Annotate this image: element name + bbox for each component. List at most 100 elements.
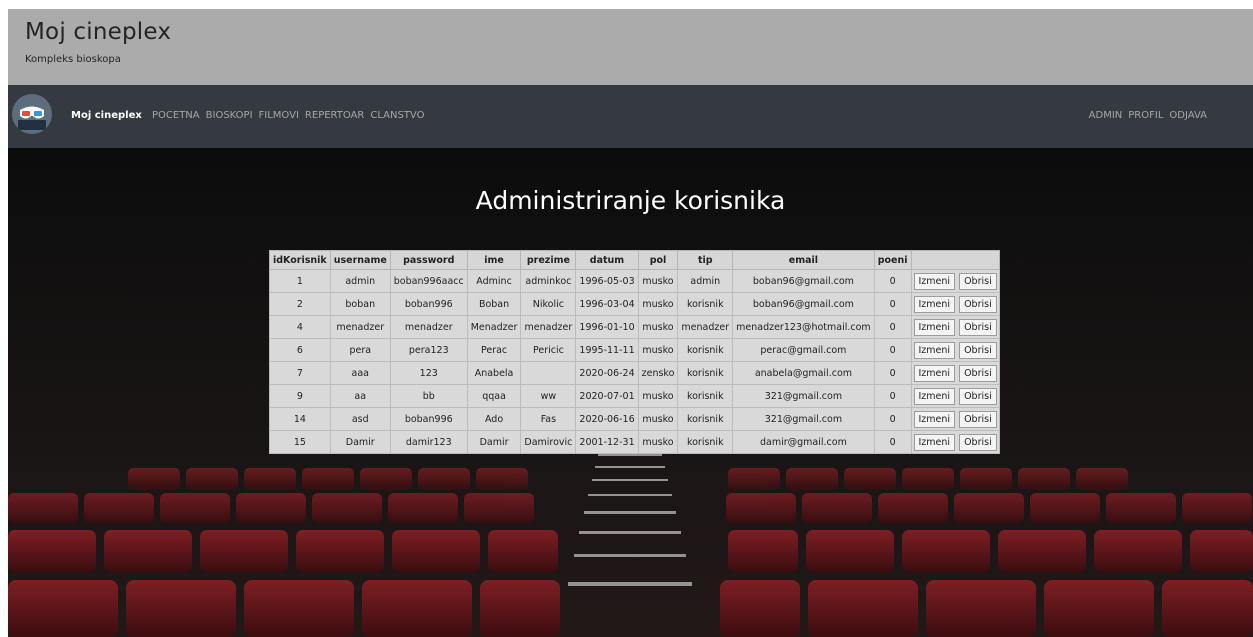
- delete-button[interactable]: Obrisi: [959, 272, 997, 290]
- cell-ime: Ado: [466, 407, 522, 431]
- cell-tip: korisnik: [677, 407, 734, 431]
- cell-password: 123: [389, 361, 468, 385]
- cell-password: boban996: [389, 407, 468, 431]
- edit-button[interactable]: Izmeni: [913, 433, 956, 451]
- cell-ime: Anabela: [466, 361, 522, 385]
- page: Moj cineplex Kompleks bioskopa Moj cinep…: [8, 9, 1253, 637]
- cell-ime: qqaa: [466, 384, 522, 408]
- edit-button[interactable]: Izmeni: [913, 387, 956, 405]
- cell-password: damir123: [389, 430, 468, 454]
- cell-edit: Izmeni: [910, 430, 958, 454]
- edit-button[interactable]: Izmeni: [913, 364, 956, 382]
- cell-tip: menadzer: [677, 315, 734, 339]
- edit-button[interactable]: Izmeni: [913, 410, 956, 428]
- table-row: 7 aaa 123 Anabela 2020-06-24 zensko korisnik an…: [269, 361, 1000, 385]
- cell-delete: Obrisi: [957, 338, 1000, 362]
- cell-email: boban96@gmail.com: [732, 269, 875, 293]
- cell-datum: 2020-06-16: [575, 407, 639, 431]
- delete-button[interactable]: Obrisi: [959, 364, 997, 382]
- cell-edit: Izmeni: [910, 407, 958, 431]
- cell-edit: Izmeni: [910, 315, 958, 339]
- nav-link-pocetna[interactable]: POCETNA: [152, 110, 200, 121]
- cell-edit: Izmeni: [910, 384, 958, 408]
- cell-ime: Boban: [466, 292, 522, 316]
- cell-datum: 2001-12-31: [575, 430, 639, 454]
- nav-link-admin[interactable]: ADMIN: [1089, 110, 1123, 121]
- edit-button[interactable]: Izmeni: [913, 341, 956, 359]
- column-header: prezime: [520, 250, 577, 270]
- cell-password: pera123: [389, 338, 468, 362]
- site-tagline: Kompleks bioskopa: [25, 54, 121, 65]
- cell-username: pera: [329, 338, 391, 362]
- cell-username: admin: [329, 269, 391, 293]
- cell-username: aaa: [329, 361, 391, 385]
- cell-prezime: Damirovic: [520, 430, 577, 454]
- cell-id: 9: [269, 384, 331, 408]
- nav-link-profil[interactable]: PROFIL: [1128, 110, 1163, 121]
- nav-link-repertoar[interactable]: REPERTOAR: [305, 110, 364, 121]
- delete-button[interactable]: Obrisi: [959, 318, 997, 336]
- cell-delete: Obrisi: [957, 361, 1000, 385]
- table-header-row: idKorisnik username password ime prezime…: [269, 250, 1000, 270]
- column-header: tip: [677, 250, 734, 270]
- table-row: 1 admin boban996aacc Adminc adminkoc 1996-05-…: [269, 269, 1000, 293]
- cell-pol: musko: [637, 384, 679, 408]
- edit-button[interactable]: Izmeni: [913, 318, 956, 336]
- table-row: 9 aa bb qqaa ww 2020-07-01 musko korisnik 321@gm…: [269, 384, 1000, 408]
- nav-link-bioskopi[interactable]: BIOSKOPI: [206, 110, 253, 121]
- cell-datum: 1996-01-10: [575, 315, 639, 339]
- navbar-left-links: POCETNA BIOSKOPI FILMOVI REPERTOAR CLANS…: [152, 110, 424, 121]
- nav-link-filmovi[interactable]: FILMOVI: [259, 110, 299, 121]
- cell-email: damir@gmail.com: [732, 430, 875, 454]
- cell-datum: 2020-06-24: [575, 361, 639, 385]
- edit-button[interactable]: Izmeni: [913, 272, 956, 290]
- cell-poeni: 0: [873, 338, 912, 362]
- column-header: [910, 250, 1000, 270]
- 3d-glasses-icon[interactable]: [12, 94, 52, 134]
- table-body: 1 admin boban996aacc Adminc adminkoc 1996-05-…: [269, 269, 1000, 454]
- cell-ime: Damir: [466, 430, 522, 454]
- cell-ime: Adminc: [466, 269, 522, 293]
- column-header: ime: [466, 250, 522, 270]
- cell-id: 2: [269, 292, 331, 316]
- cell-tip: korisnik: [677, 430, 734, 454]
- delete-button[interactable]: Obrisi: [959, 295, 997, 313]
- delete-button[interactable]: Obrisi: [959, 410, 997, 428]
- cell-tip: korisnik: [677, 361, 734, 385]
- cell-pol: musko: [637, 269, 679, 293]
- table-row: 14 asd boban996 Ado Fas 2020-06-16 musko korisn…: [269, 407, 1000, 431]
- cell-poeni: 0: [873, 292, 912, 316]
- cell-prezime: menadzer: [520, 315, 577, 339]
- cell-username: boban: [329, 292, 391, 316]
- column-header: pol: [637, 250, 679, 270]
- cell-edit: Izmeni: [910, 292, 958, 316]
- cell-poeni: 0: [873, 315, 912, 339]
- cell-password: boban996aacc: [389, 269, 468, 293]
- column-header: idKorisnik: [269, 250, 331, 270]
- cell-username: aa: [329, 384, 391, 408]
- cell-email: menadzer123@hotmail.com: [732, 315, 875, 339]
- cell-id: 14: [269, 407, 331, 431]
- delete-button[interactable]: Obrisi: [959, 341, 997, 359]
- nav-link-odjava[interactable]: ODJAVA: [1169, 110, 1207, 121]
- table-row: 6 pera pera123 Perac Pericic 1995-11-11 musko k…: [269, 338, 1000, 362]
- cell-pol: zensko: [637, 361, 679, 385]
- edit-button[interactable]: Izmeni: [913, 295, 956, 313]
- column-header: password: [389, 250, 468, 270]
- cell-poeni: 0: [873, 384, 912, 408]
- column-header: datum: [575, 250, 639, 270]
- column-header: email: [732, 250, 875, 270]
- delete-button[interactable]: Obrisi: [959, 433, 997, 451]
- delete-button[interactable]: Obrisi: [959, 387, 997, 405]
- cell-datum: 1996-03-04: [575, 292, 639, 316]
- nav-link-clanstvo[interactable]: CLANSTVO: [370, 110, 424, 121]
- users-table: idKorisnik username password ime prezime…: [269, 250, 1000, 454]
- cell-delete: Obrisi: [957, 384, 1000, 408]
- cell-id: 6: [269, 338, 331, 362]
- navbar-brand[interactable]: Moj cineplex: [71, 110, 142, 121]
- cell-poeni: 0: [873, 269, 912, 293]
- site-title: Moj cineplex: [25, 19, 172, 45]
- cell-tip: korisnik: [677, 338, 734, 362]
- cell-email: anabela@gmail.com: [732, 361, 875, 385]
- column-header: username: [329, 250, 391, 270]
